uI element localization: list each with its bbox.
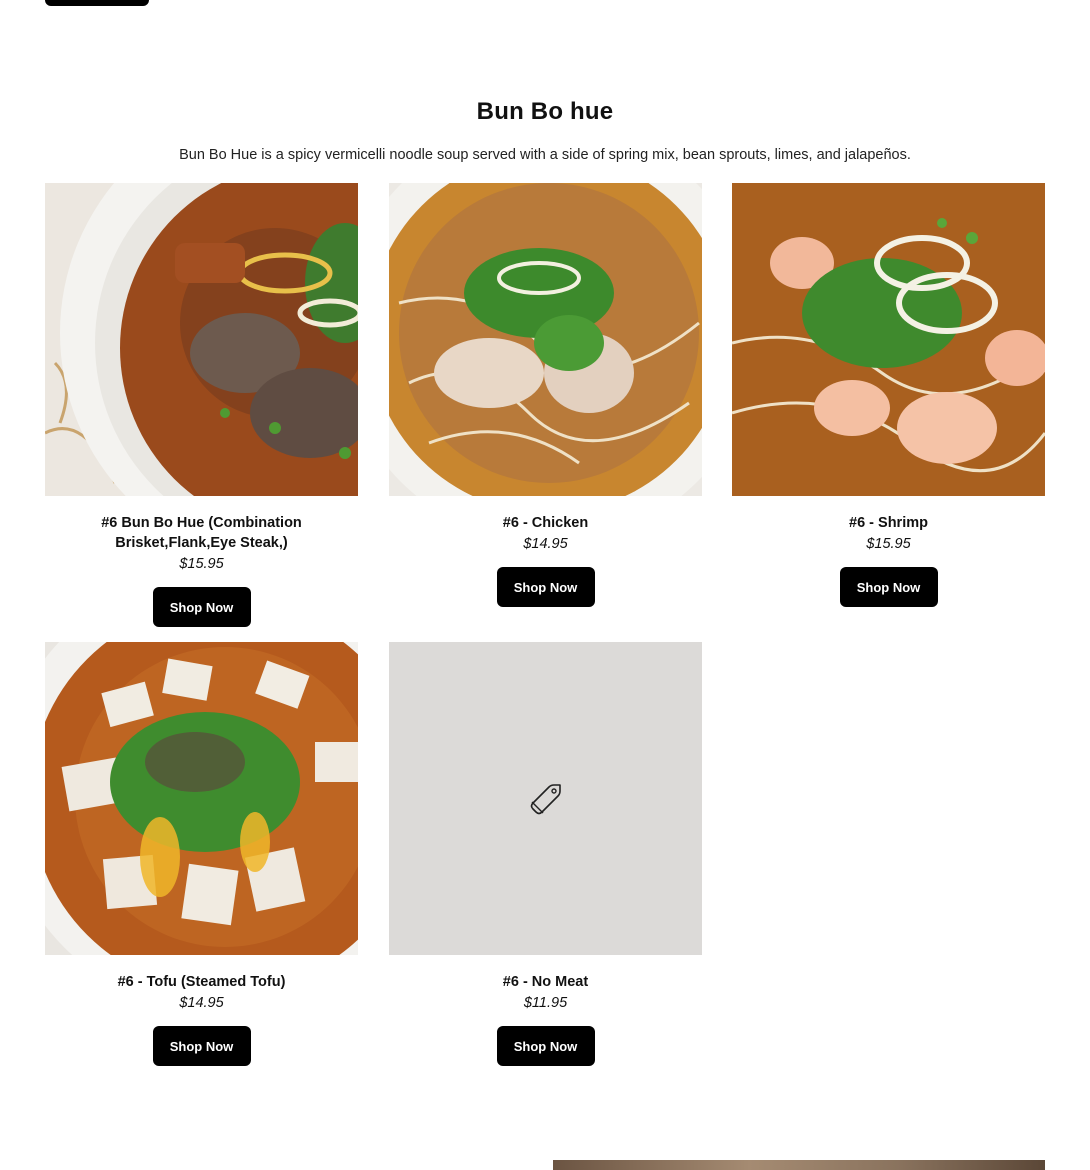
shop-now-button[interactable]: Shop Now bbox=[152, 1026, 251, 1066]
section-title: Bun Bo hue bbox=[476, 98, 614, 125]
beef-noodle-soup-photo bbox=[45, 183, 358, 496]
product-price: $11.95 bbox=[523, 995, 568, 1011]
product-name[interactable]: #6 - Shrimp bbox=[732, 513, 1045, 533]
previous-section-button[interactable] bbox=[45, 0, 149, 6]
product-image-placeholder[interactable] bbox=[389, 642, 702, 955]
product-name[interactable]: #6 - No Meat bbox=[389, 972, 702, 992]
product-name[interactable]: #6 - Chicken bbox=[389, 513, 702, 533]
tofu-noodle-soup-photo bbox=[45, 642, 358, 955]
product-name[interactable]: #6 - Tofu (Steamed Tofu) bbox=[45, 972, 358, 992]
next-section-image bbox=[553, 1160, 1045, 1170]
product-card: #6 - Shrimp $15.95 Shop Now bbox=[732, 183, 1045, 607]
shop-now-button[interactable]: Shop Now bbox=[496, 1026, 595, 1066]
product-image[interactable] bbox=[45, 642, 358, 955]
product-card: #6 Bun Bo Hue (Combination Brisket,Flank… bbox=[45, 183, 358, 627]
price-tag-icon bbox=[530, 784, 561, 815]
shop-now-button[interactable]: Shop Now bbox=[496, 567, 595, 607]
shop-now-button[interactable]: Shop Now bbox=[839, 567, 938, 607]
product-card: #6 - No Meat $11.95 Shop Now bbox=[389, 642, 702, 1066]
shop-now-button[interactable]: Shop Now bbox=[152, 587, 251, 627]
product-price: $14.95 bbox=[179, 995, 224, 1011]
product-card: #6 - Tofu (Steamed Tofu) $14.95 Shop Now bbox=[45, 642, 358, 1066]
product-image[interactable] bbox=[389, 183, 702, 496]
shrimp-noodle-soup-photo bbox=[732, 183, 1045, 496]
product-image[interactable] bbox=[45, 183, 358, 496]
product-price: $15.95 bbox=[866, 536, 911, 552]
section-description: Bun Bo Hue is a spicy vermicelli noodle … bbox=[179, 147, 911, 163]
product-image[interactable] bbox=[732, 183, 1045, 496]
chicken-noodle-soup-photo bbox=[389, 183, 702, 496]
product-price: $14.95 bbox=[523, 536, 568, 552]
product-card: #6 - Chicken $14.95 Shop Now bbox=[389, 183, 702, 607]
product-price: $15.95 bbox=[179, 556, 224, 572]
product-name[interactable]: #6 Bun Bo Hue (Combination Brisket,Flank… bbox=[45, 513, 358, 553]
